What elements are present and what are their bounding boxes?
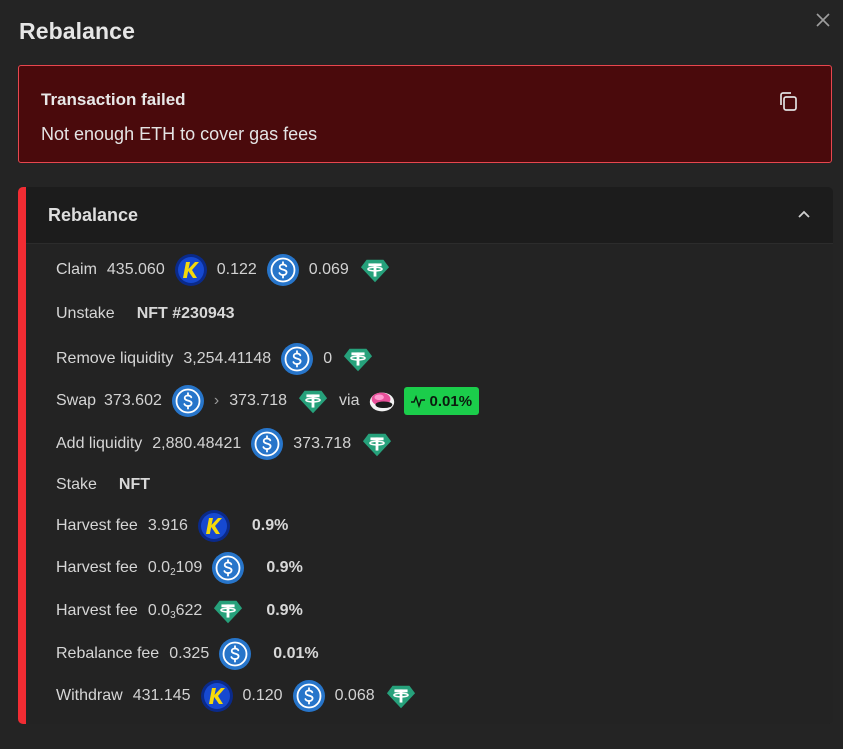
error-alert: Transaction failed Not enough ETH to cov… — [18, 65, 832, 163]
usdc-token-icon — [212, 552, 244, 584]
amount-value: 373.718 — [229, 392, 288, 409]
amount-value: 0.068 — [334, 687, 375, 704]
kyber-token-icon — [198, 510, 230, 542]
dex-logo-icon — [366, 385, 398, 417]
amount-value: 0.122 — [216, 261, 257, 278]
panel-title: Rebalance — [48, 205, 139, 225]
amount-value: 3.916 — [147, 517, 188, 534]
rebalance-panel: Rebalance Claim 435.060 0.122 0.069 Unst… — [18, 187, 833, 724]
error-title: Transaction failed — [41, 90, 186, 109]
amount-value: 373.602 — [104, 392, 162, 409]
amount-value: 0.325 — [169, 645, 210, 662]
amount-value: 2,880.48421 — [152, 435, 242, 452]
step-add-liquidity: Add liquidity 2,880.48421 373.718 — [56, 427, 403, 461]
usdc-token-icon — [267, 254, 299, 286]
step-label: Rebalance fee — [56, 645, 160, 662]
usdt-token-icon — [361, 428, 393, 460]
usdt-token-icon — [212, 595, 244, 627]
step-label: Harvest fee — [56, 559, 138, 576]
pool-fee-badge: 0.01% — [403, 387, 480, 415]
amount-value: 0.120 — [242, 687, 283, 704]
step-label: Swap — [56, 392, 97, 409]
chevron-up-icon[interactable] — [795, 206, 813, 224]
amount-value: 0.069 — [308, 261, 349, 278]
nft-id: NFT — [118, 476, 151, 493]
usdc-token-icon — [251, 428, 283, 460]
copy-icon[interactable] — [777, 90, 801, 114]
fee-percent: 0.9% — [266, 602, 303, 619]
panel-header[interactable]: Rebalance — [26, 187, 833, 244]
amount-value: 373.718 — [293, 435, 352, 452]
usdc-token-icon — [219, 638, 251, 670]
usdc-token-icon — [281, 343, 313, 375]
step-label: Unstake — [56, 305, 115, 322]
kyber-token-icon — [201, 680, 233, 712]
step-rebalance-fee: Rebalance fee 0.325 0.01% — [56, 637, 329, 671]
usdt-token-icon — [342, 343, 374, 375]
amount-value: 0.02109 — [147, 558, 203, 578]
amount-value: 3,254.41148 — [183, 350, 272, 367]
pool-fee-value: 0.01% — [429, 392, 473, 410]
usdc-token-icon — [293, 680, 325, 712]
fee-percent: 0.9% — [266, 559, 303, 576]
step-remove-liquidity: Remove liquidity 3,254.41148 0 — [56, 342, 384, 376]
dialog-title: Rebalance — [19, 18, 135, 44]
chevron-right-icon: › — [213, 392, 220, 409]
usdc-token-icon — [172, 385, 204, 417]
step-label: Claim — [56, 261, 97, 278]
fee-percent: 0.9% — [251, 517, 289, 534]
step-label: Harvest fee — [56, 517, 138, 534]
step-harvest-fee: Harvest fee 0.02109 0.9% — [56, 551, 313, 585]
fee-percent: 0.01% — [273, 645, 319, 662]
step-swap: Swap 373.602 › 373.718 via 0.01% — [56, 384, 480, 418]
usdt-token-icon — [385, 680, 417, 712]
activity-icon — [410, 394, 425, 409]
close-icon[interactable] — [813, 10, 833, 30]
kyber-token-icon — [175, 254, 207, 286]
step-label: Harvest fee — [56, 602, 138, 619]
steps-list: Claim 435.060 0.122 0.069 Unstake NFT #2… — [26, 244, 833, 724]
step-label: Withdraw — [56, 687, 123, 704]
step-label: Stake — [56, 476, 97, 493]
usdt-token-icon — [297, 385, 329, 417]
step-label: Remove liquidity — [56, 350, 174, 367]
amount-value: 0 — [323, 350, 333, 367]
step-unstake: Unstake NFT #230943 — [56, 297, 245, 331]
step-harvest-fee: Harvest fee 0.03622 0.9% — [56, 594, 313, 628]
amount-value: 431.145 — [132, 687, 191, 704]
nft-id: NFT #230943 — [136, 305, 235, 322]
amount-value: 0.03622 — [147, 601, 203, 621]
step-harvest-fee: Harvest fee 3.916 0.9% — [56, 509, 298, 543]
amount-value: 435.060 — [106, 261, 165, 278]
via-label: via — [339, 392, 360, 409]
panel-accent-bar — [18, 187, 26, 724]
error-message: Not enough ETH to cover gas fees — [41, 124, 318, 144]
step-claim: Claim 435.060 0.122 0.069 — [56, 253, 401, 287]
step-label: Add liquidity — [56, 435, 143, 452]
step-withdraw: Withdraw 431.145 0.120 0.068 — [56, 679, 427, 713]
step-stake: Stake NFT — [56, 468, 160, 502]
usdt-token-icon — [359, 254, 391, 286]
